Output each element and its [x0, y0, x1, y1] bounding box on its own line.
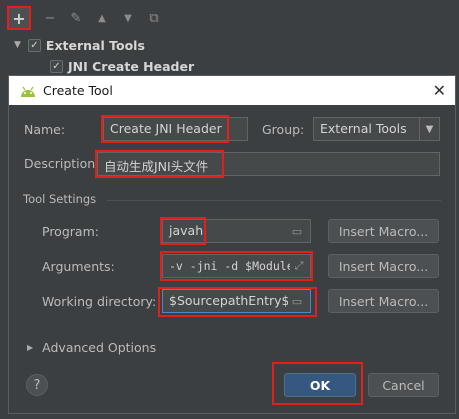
edit-icon[interactable]: ✎ — [66, 8, 86, 28]
expand-arrow-icon[interactable]: ▼ — [14, 40, 21, 50]
arguments-value: -v -jni -d $ModuleFi — [169, 259, 308, 273]
description-field[interactable]: 自动生成JNI头文件 — [97, 152, 440, 176]
chevron-down-icon[interactable]: ▼ — [419, 118, 439, 140]
group-combo-value: External Tools — [320, 121, 407, 136]
help-button[interactable]: ? — [26, 374, 48, 396]
android-icon — [21, 86, 35, 97]
arguments-field[interactable]: -v -jni -d $ModuleFi ⤢ — [162, 254, 311, 278]
tree-item-label: JNI Create Header — [68, 58, 195, 74]
program-value: javah — [169, 223, 204, 238]
close-icon[interactable]: ✕ — [433, 81, 446, 100]
folder-icon[interactable]: ▭ — [288, 223, 306, 239]
tree-group-row[interactable]: ▼ ✓ External Tools — [14, 36, 145, 54]
program-label: Program: — [42, 224, 99, 239]
tool-settings-header: Tool Settings — [23, 192, 97, 206]
item-checkbox[interactable]: ✓ — [50, 59, 63, 73]
dialog-titlebar: Create Tool ✕ — [9, 76, 455, 105]
name-field[interactable]: Create JNI Header — [103, 117, 248, 141]
insert-macro-button-workdir[interactable]: Insert Macro... — [328, 289, 439, 313]
create-tool-dialog: Create Tool ✕ Name: Create JNI Header Gr… — [8, 75, 456, 414]
tool-settings-divider — [107, 200, 441, 201]
expand-icon[interactable]: ⤢ — [290, 258, 308, 274]
add-button[interactable]: + — [9, 8, 29, 28]
program-field[interactable]: javah ▭ — [162, 219, 311, 243]
description-label: Description: — [24, 156, 100, 171]
working-directory-field[interactable]: $SourcepathEntry$ ▭ — [162, 289, 311, 313]
advanced-options-toggle[interactable]: ▶ Advanced Options — [27, 340, 156, 355]
working-directory-value: $SourcepathEntry$ — [169, 293, 290, 308]
group-label: Group: — [262, 122, 305, 137]
chevron-right-icon[interactable]: ▶ — [27, 343, 33, 352]
remove-button[interactable]: − — [40, 8, 60, 28]
group-checkbox[interactable]: ✓ — [27, 38, 41, 52]
advanced-options-label: Advanced Options — [42, 340, 157, 355]
folder-icon[interactable]: ▭ — [288, 293, 306, 309]
ok-button[interactable]: OK — [284, 373, 356, 397]
dialog-title: Create Tool — [43, 83, 113, 98]
cancel-button[interactable]: Cancel — [368, 373, 439, 397]
move-down-icon[interactable]: ▼ — [118, 8, 138, 28]
working-directory-label: Working directory: — [42, 294, 157, 309]
group-combo[interactable]: External Tools ▼ — [313, 117, 440, 141]
name-label: Name: — [24, 122, 66, 137]
arguments-label: Arguments: — [42, 259, 115, 274]
insert-macro-button-arguments[interactable]: Insert Macro... — [328, 254, 439, 278]
copy-icon[interactable]: ⧉ — [144, 8, 164, 28]
insert-macro-button-program[interactable]: Insert Macro... — [328, 219, 439, 243]
move-up-icon[interactable]: ▲ — [92, 8, 112, 28]
tree-item-row[interactable]: ✓ JNI Create Header — [50, 57, 194, 75]
tree-group-label: External Tools — [45, 37, 145, 53]
